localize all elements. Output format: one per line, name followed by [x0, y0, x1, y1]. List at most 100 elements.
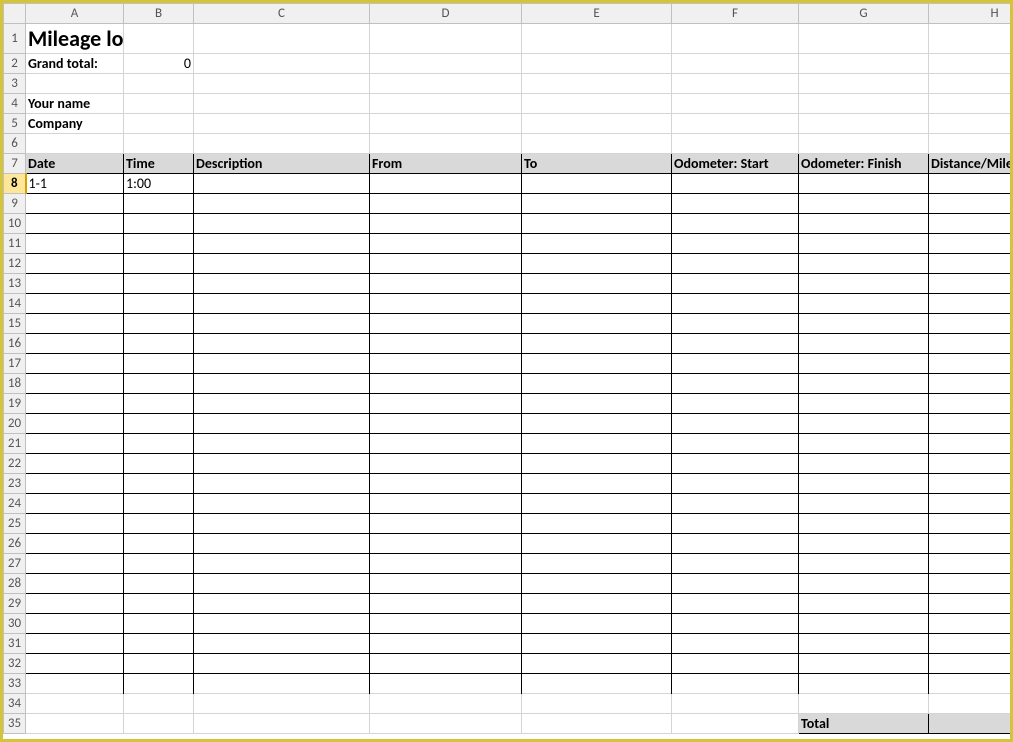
cell[interactable]: [194, 254, 370, 274]
row-header-21[interactable]: 21: [4, 434, 26, 454]
row-header-1[interactable]: 1: [4, 24, 26, 54]
cell[interactable]: [370, 714, 522, 734]
cell[interactable]: [370, 494, 522, 514]
cell[interactable]: [194, 514, 370, 534]
cell[interactable]: [194, 334, 370, 354]
cell[interactable]: [799, 494, 929, 514]
col-header-G[interactable]: G: [799, 4, 929, 24]
header-distance[interactable]: Distance/Mileage: [929, 154, 1013, 174]
row-header-18[interactable]: 18: [4, 374, 26, 394]
cell[interactable]: [672, 714, 799, 734]
cell[interactable]: [370, 534, 522, 554]
cell[interactable]: [522, 594, 672, 614]
row-header-9[interactable]: 9: [4, 194, 26, 214]
cell[interactable]: [370, 194, 522, 214]
cell[interactable]: [672, 334, 799, 354]
cell[interactable]: [124, 94, 194, 114]
cell[interactable]: [799, 214, 929, 234]
cell[interactable]: [124, 74, 194, 94]
cell[interactable]: [370, 214, 522, 234]
cell[interactable]: [370, 294, 522, 314]
row-header-31[interactable]: 31: [4, 634, 26, 654]
row-header-26[interactable]: 26: [4, 534, 26, 554]
cell[interactable]: [799, 274, 929, 294]
header-odoStart[interactable]: Odometer: Start: [672, 154, 799, 174]
cell[interactable]: [522, 414, 672, 434]
cell[interactable]: [799, 634, 929, 654]
company-label[interactable]: Company: [26, 114, 124, 134]
row-header-32[interactable]: 32: [4, 654, 26, 674]
cell[interactable]: [370, 594, 522, 614]
cell[interactable]: [522, 454, 672, 474]
row-header-10[interactable]: 10: [4, 214, 26, 234]
row-header-29[interactable]: 29: [4, 594, 26, 614]
cell[interactable]: [522, 174, 672, 194]
cell[interactable]: [929, 94, 1013, 114]
cell[interactable]: [370, 394, 522, 414]
header-from[interactable]: From: [370, 154, 522, 174]
cell-time[interactable]: 1:00: [124, 174, 194, 194]
cell[interactable]: [672, 434, 799, 454]
cell[interactable]: [929, 214, 1013, 234]
cell[interactable]: [194, 354, 370, 374]
header-odoFinish[interactable]: Odometer: Finish: [799, 154, 929, 174]
cell[interactable]: [194, 594, 370, 614]
cell[interactable]: [672, 174, 799, 194]
cell[interactable]: [799, 194, 929, 214]
cell[interactable]: [799, 454, 929, 474]
cell[interactable]: [194, 554, 370, 574]
cell[interactable]: [26, 714, 124, 734]
cell[interactable]: [799, 234, 929, 254]
cell[interactable]: [672, 94, 799, 114]
cell[interactable]: [194, 54, 370, 74]
cell[interactable]: [929, 334, 1013, 354]
cell[interactable]: [929, 254, 1013, 274]
cell[interactable]: [522, 114, 672, 134]
cell[interactable]: [194, 274, 370, 294]
cell[interactable]: [522, 314, 672, 334]
row-header-12[interactable]: 12: [4, 254, 26, 274]
cell[interactable]: [672, 674, 799, 694]
row-header-25[interactable]: 25: [4, 514, 26, 534]
cell[interactable]: [124, 214, 194, 234]
row-header-11[interactable]: 11: [4, 234, 26, 254]
cell[interactable]: [124, 714, 194, 734]
cell[interactable]: [26, 634, 124, 654]
cell[interactable]: [370, 574, 522, 594]
cell[interactable]: [522, 494, 672, 514]
cell[interactable]: [194, 74, 370, 94]
cell[interactable]: [26, 294, 124, 314]
cell[interactable]: [929, 574, 1013, 594]
cell[interactable]: [672, 24, 799, 54]
cell[interactable]: [799, 394, 929, 414]
header-date[interactable]: Date: [26, 154, 124, 174]
header-to[interactable]: To: [522, 154, 672, 174]
cell[interactable]: [799, 574, 929, 594]
cell[interactable]: [370, 514, 522, 534]
cell[interactable]: [799, 174, 929, 194]
cell[interactable]: [124, 494, 194, 514]
cell[interactable]: [370, 54, 522, 74]
cell[interactable]: [672, 374, 799, 394]
cell[interactable]: [124, 514, 194, 534]
cell[interactable]: [672, 634, 799, 654]
cell[interactable]: [26, 394, 124, 414]
cell[interactable]: [522, 24, 672, 54]
col-header-F[interactable]: F: [672, 4, 799, 24]
cell[interactable]: [370, 94, 522, 114]
cell[interactable]: [672, 514, 799, 534]
cell[interactable]: [522, 334, 672, 354]
cell[interactable]: [26, 594, 124, 614]
cell[interactable]: [26, 134, 124, 154]
cell[interactable]: [370, 654, 522, 674]
cell[interactable]: [799, 674, 929, 694]
cell[interactable]: [672, 294, 799, 314]
cell[interactable]: [799, 254, 929, 274]
cell[interactable]: [26, 74, 124, 94]
row-header-30[interactable]: 30: [4, 614, 26, 634]
cell[interactable]: [26, 314, 124, 334]
cell[interactable]: [370, 354, 522, 374]
cell[interactable]: [370, 314, 522, 334]
cell[interactable]: [929, 474, 1013, 494]
cell[interactable]: [929, 374, 1013, 394]
